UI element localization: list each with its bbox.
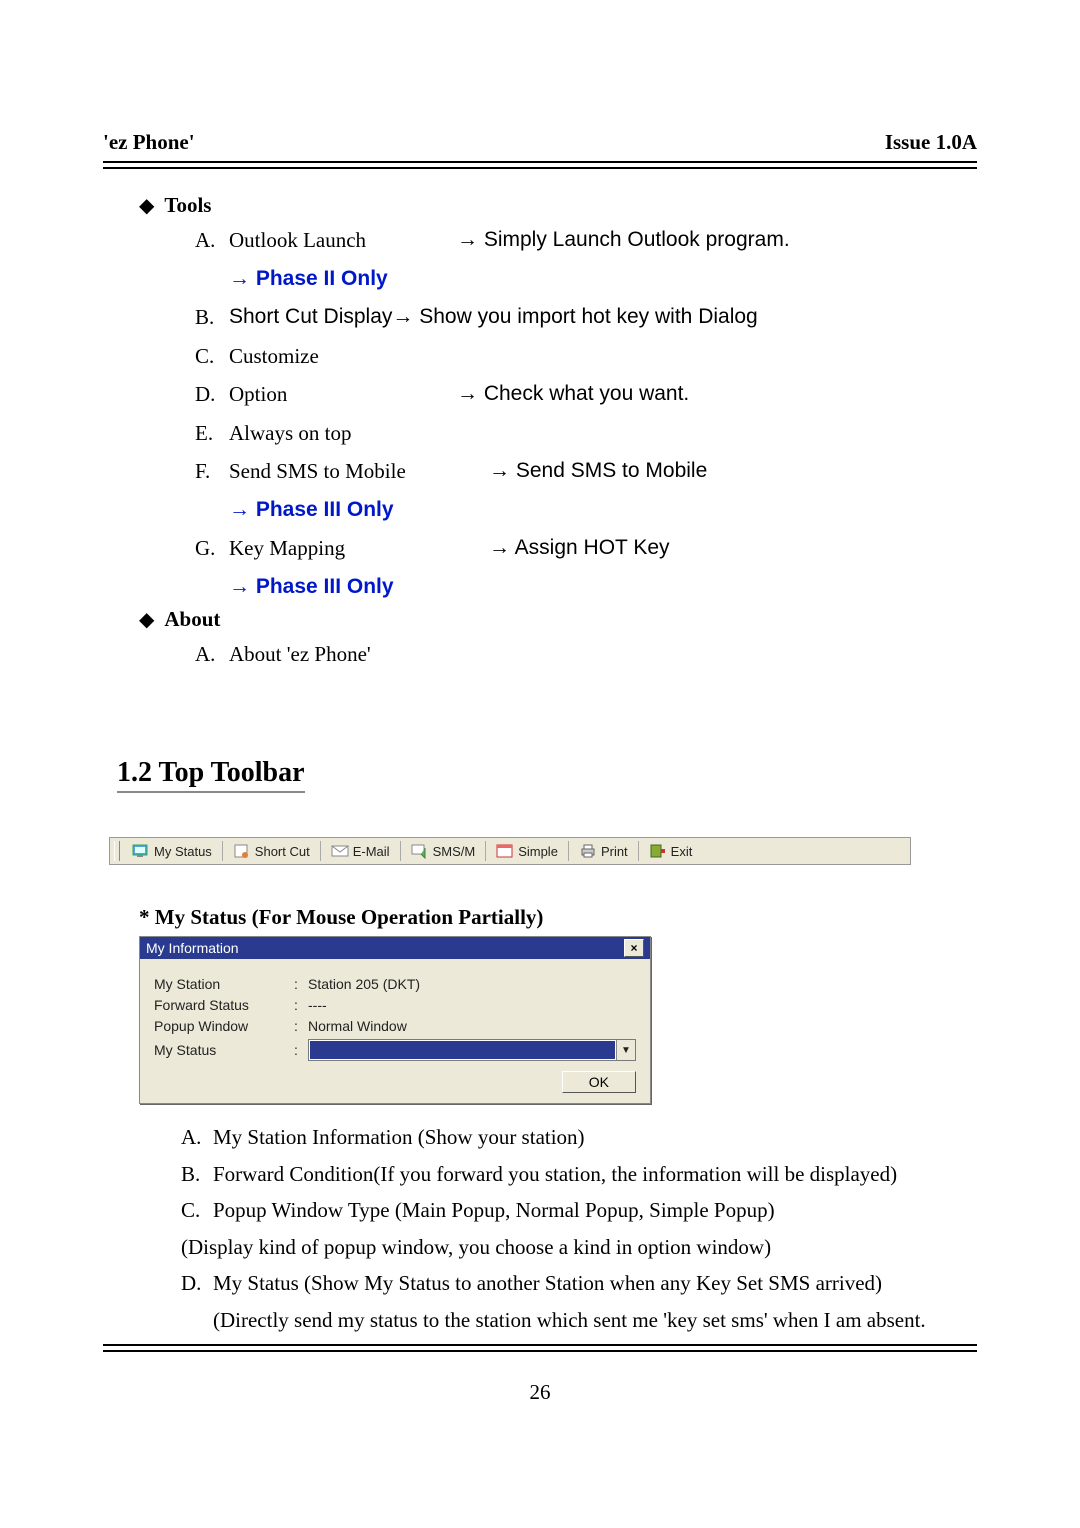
window-icon [496, 843, 514, 859]
toolbar-separator [400, 841, 401, 861]
lower-item-B: B.Forward Condition(If you forward you s… [181, 1159, 977, 1191]
lower-par-D: (Directly send my status to the station … [213, 1305, 977, 1337]
top-toolbar: My Status Short Cut E-Mail SMS/M Simple [109, 837, 911, 865]
tools-F-phase: → Phase III Only [229, 494, 977, 527]
my-status-subheading: * My Status (For Mouse Operation Partial… [139, 905, 977, 930]
toolbar-label: SMS/M [433, 844, 476, 859]
lower-item-D: D.My Status (Show My Status to another S… [181, 1268, 977, 1300]
tools-A-phase: → Phase II Only [229, 263, 977, 296]
tools-item-C: C. Customize [195, 340, 977, 373]
toolbar-label: My Status [154, 844, 212, 859]
toolbar-separator [222, 841, 223, 861]
monitor-icon [132, 843, 150, 859]
dialog-titlebar[interactable]: My Information × [140, 937, 650, 959]
dialog-title: My Information [146, 940, 239, 956]
close-button[interactable]: × [624, 939, 644, 957]
toolbar-separator [638, 841, 639, 861]
toolbar-separator [568, 841, 569, 861]
toolbar-exit-button[interactable]: Exit [641, 838, 701, 864]
tools-item-F: F. Send SMS to Mobile → Send SMS to Mobi… [195, 455, 977, 488]
tools-item-E: E. Always on top [195, 417, 977, 450]
tools-item-G: G. Key Mapping → Assign HOT Key [195, 532, 977, 565]
label-popup-window: Popup Window [154, 1018, 294, 1034]
toolbar-separator [320, 841, 321, 861]
toolbar-simple-button[interactable]: Simple [488, 838, 566, 864]
section-top-toolbar-title: 1.2 Top Toolbar [117, 757, 305, 793]
toolbar-grip-icon[interactable] [114, 841, 120, 861]
header-rule [103, 161, 977, 169]
toolbar-email-button[interactable]: E-Mail [323, 838, 398, 864]
value-forward-status: ---- [308, 997, 636, 1013]
toolbar-label: Print [601, 844, 628, 859]
close-icon: × [630, 942, 637, 954]
ok-button[interactable]: OK [562, 1071, 636, 1093]
lower-item-C: C.Popup Window Type (Main Popup, Normal … [181, 1195, 977, 1227]
page-header: 'ez Phone' Issue 1.0A [103, 130, 977, 155]
sms-icon [411, 843, 429, 859]
about-label: About [164, 607, 220, 632]
toolbar-label: Simple [518, 844, 558, 859]
toolbar-label: E-Mail [353, 844, 390, 859]
header-right: Issue 1.0A [885, 130, 977, 155]
tools-label: Tools [164, 193, 211, 218]
about-item-A: A. About 'ez Phone' [195, 638, 977, 671]
toolbar-label: Short Cut [255, 844, 310, 859]
toolbar-short-cut-button[interactable]: Short Cut [225, 838, 318, 864]
tools-item-A: A. Outlook Launch → Simply Launch Outloo… [195, 224, 977, 257]
exit-icon [649, 843, 667, 859]
shortcut-icon [233, 843, 251, 859]
label-my-station: My Station [154, 976, 294, 992]
toolbar-print-button[interactable]: Print [571, 838, 636, 864]
row-popup-window: Popup Window : Normal Window [154, 1018, 636, 1034]
envelope-icon [331, 843, 349, 859]
chevron-down-icon[interactable]: ▼ [616, 1040, 635, 1060]
lower-item-A: A.My Station Information (Show your stat… [181, 1122, 977, 1154]
toolbar-label: Exit [671, 844, 693, 859]
value-my-station: Station 205 (DKT) [308, 976, 636, 992]
tools-item-D: D. Option → Check what you want. [195, 378, 977, 411]
my-information-dialog: My Information × My Station : Station 20… [139, 936, 651, 1104]
dialog-body: My Station : Station 205 (DKT) Forward S… [140, 959, 650, 1103]
toolbar-separator [485, 841, 486, 861]
footer-rule [103, 1344, 977, 1352]
row-forward-status: Forward Status : ---- [154, 997, 636, 1013]
row-my-status: My Status : ▼ [154, 1039, 636, 1061]
about-heading: ◆ About [103, 607, 977, 632]
tools-G-phase: → Phase III Only [229, 571, 977, 604]
lower-par-C: (Display kind of popup window, you choos… [181, 1232, 977, 1264]
tools-item-B: B. Short Cut Display→ Show you import ho… [195, 301, 977, 334]
value-popup-window: Normal Window [308, 1018, 636, 1034]
row-my-station: My Station : Station 205 (DKT) [154, 976, 636, 992]
toolbar-my-status-button[interactable]: My Status [124, 838, 220, 864]
header-left: 'ez Phone' [103, 130, 195, 155]
tools-list: A. Outlook Launch → Simply Launch Outloo… [103, 224, 977, 603]
diamond-icon: ◆ [139, 607, 154, 632]
label-forward-status: Forward Status [154, 997, 294, 1013]
toolbar-screenshot: My Status Short Cut E-Mail SMS/M Simple [103, 837, 977, 865]
toolbar-sms-button[interactable]: SMS/M [403, 838, 484, 864]
my-status-description-list: A.My Station Information (Show your stat… [103, 1122, 977, 1336]
printer-icon [579, 843, 597, 859]
label-my-status: My Status [154, 1042, 294, 1058]
page-number: 26 [103, 1380, 977, 1405]
tools-heading: ◆ Tools [103, 193, 977, 218]
diamond-icon: ◆ [139, 193, 154, 218]
combo-value [310, 1041, 615, 1059]
my-status-combo[interactable]: ▼ [308, 1039, 636, 1061]
